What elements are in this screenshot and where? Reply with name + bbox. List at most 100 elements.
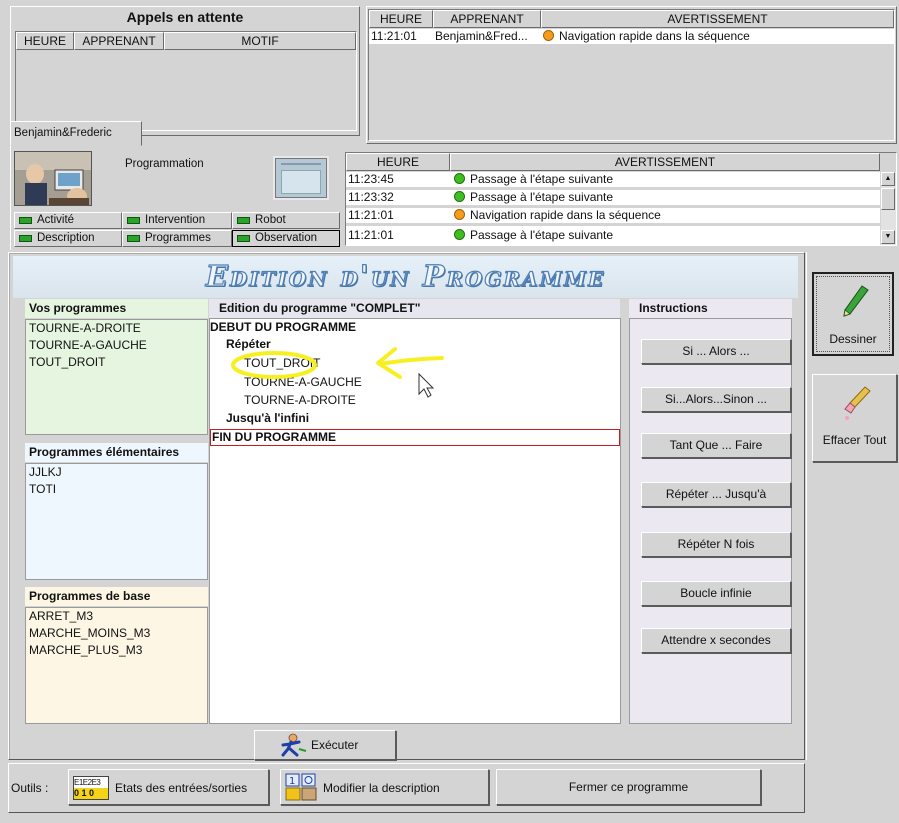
learner-photo-icon: [15, 152, 91, 205]
scroll-up-icon[interactable]: ▲: [881, 172, 895, 186]
top-alert-message: Navigation rapide dans la séquence: [559, 29, 750, 43]
wait-seconds-button[interactable]: Attendre x secondes: [641, 628, 791, 653]
if-then-button[interactable]: Si ... Alors ...: [641, 339, 791, 364]
learner-alert-message: Passage à l'étape suivante: [470, 228, 614, 242]
program-line-step-1[interactable]: TOUT_DROIT: [244, 356, 320, 370]
programmes-button[interactable]: Programmes: [122, 230, 232, 247]
instructions-panel: Si ... Alors ... Si...Alors...Sinon ... …: [629, 318, 792, 724]
scroll-down-icon[interactable]: ▼: [881, 230, 895, 244]
top-alerts-col-avertissement[interactable]: AVERTISSEMENT: [541, 10, 894, 28]
learner-alerts-col-avertissement[interactable]: AVERTISSEMENT: [450, 153, 880, 171]
activity-label: Programmation: [125, 158, 204, 170]
top-alerts-panel: HEURE APPRENANT AVERTISSEMENT 11:21:01 B…: [366, 6, 897, 144]
program-line-step-3[interactable]: TOURNE-A-DROITE: [244, 393, 356, 407]
learner-avatar: [14, 151, 92, 206]
eraser-icon: [844, 386, 871, 420]
execute-button[interactable]: Exécuter: [254, 730, 396, 760]
program-line-end[interactable]: FIN DU PROGRAMME: [210, 429, 620, 446]
learner-alert-message-wrap: Passage à l'étape suivante: [454, 172, 613, 187]
repeat-n-times-button[interactable]: Répéter N fois: [641, 532, 791, 557]
svg-text:1: 1: [289, 776, 295, 787]
draw-button-label: Dessiner: [829, 332, 877, 346]
robot-led-icon: [237, 217, 250, 224]
learner-alert-row[interactable]: 11:23:32 Passage à l'étape suivante: [346, 190, 880, 205]
description-form-icon: 1: [285, 773, 317, 801]
list-item[interactable]: JJLKJ: [26, 464, 207, 481]
description-button-label: Description: [37, 232, 95, 244]
top-alerts-col-heure[interactable]: HEURE: [369, 10, 433, 28]
scroll-thumb[interactable]: [881, 188, 895, 210]
base-programs-list[interactable]: ARRET_M3 MARCHE_MOINS_M3 MARCHE_PLUS_M3: [25, 607, 208, 724]
ok-status-icon: [454, 191, 465, 202]
calls-panel: Appels en attente HEURE APPRENANT MOTIF: [10, 6, 360, 136]
io-icon-bottom: 0 1 0: [74, 788, 108, 799]
calls-table[interactable]: HEURE APPRENANT MOTIF: [15, 31, 357, 131]
top-alerts-col-apprenant[interactable]: APPRENANT: [433, 10, 541, 28]
my-programs-list[interactable]: TOURNE-A-DROITE TOURNE-A-GAUCHE TOUT_DRO…: [25, 319, 208, 435]
top-alerts-table[interactable]: HEURE APPRENANT AVERTISSEMENT 11:21:01 B…: [368, 9, 895, 141]
robot-button-label: Robot: [255, 214, 286, 226]
program-line-start[interactable]: DEBUT DU PROGRAMME: [210, 320, 356, 334]
activity-button-label: Activité: [37, 214, 75, 226]
list-item[interactable]: ARRET_M3: [26, 608, 207, 625]
learner-alert-row[interactable]: 11:23:45 Passage à l'étape suivante: [346, 172, 880, 187]
list-item[interactable]: TOUT_DROIT: [26, 354, 207, 371]
activity-thumbnail: [273, 156, 329, 200]
learner-alert-message-wrap: Passage à l'étape suivante: [454, 228, 613, 243]
warning-status-icon: [454, 209, 465, 220]
modify-description-label: Modifier la description: [323, 781, 440, 795]
learner-alert-message-wrap: Passage à l'étape suivante: [454, 190, 613, 205]
editor-title: Edition d'un Programme: [205, 258, 606, 293]
ok-status-icon: [454, 173, 465, 184]
program-line-step-2[interactable]: TOURNE-A-GAUCHE: [244, 375, 362, 389]
list-item[interactable]: TOURNE-A-GAUCHE: [26, 337, 207, 354]
observation-button[interactable]: Observation: [232, 230, 340, 247]
io-icon-top: E1E2E3: [74, 777, 108, 788]
erase-all-button[interactable]: Effacer Tout: [812, 374, 897, 462]
learner-alert-row[interactable]: 11:21:01 Passage à l'étape suivante: [346, 226, 880, 245]
learner-alerts-scrollbar[interactable]: ▲ ▼: [881, 172, 896, 245]
list-item[interactable]: MARCHE_MOINS_M3: [26, 625, 207, 642]
repeat-until-button[interactable]: Répéter ... Jusqu'à: [641, 482, 791, 507]
draw-button[interactable]: Dessiner: [812, 272, 894, 356]
observation-button-label: Observation: [255, 232, 318, 244]
description-button[interactable]: Description: [14, 230, 122, 247]
top-alert-row[interactable]: 11:21:01 Benjamin&Fred... Navigation rap…: [369, 29, 894, 44]
program-line-until[interactable]: Jusqu'à l'infini: [226, 411, 309, 425]
learner-alerts-col-heure[interactable]: HEURE: [346, 153, 450, 171]
learner-alert-row[interactable]: 11:21:01 Navigation rapide dans la séquen…: [346, 208, 880, 223]
calls-col-motif[interactable]: MOTIF: [164, 32, 356, 50]
list-item[interactable]: TOTI: [26, 481, 207, 498]
close-program-button[interactable]: Fermer ce programme: [496, 769, 761, 805]
robot-button[interactable]: Robot: [232, 212, 340, 229]
pencil-icon: [843, 285, 869, 317]
modify-description-button[interactable]: 1 Modifier la description: [280, 769, 489, 805]
calls-col-apprenant[interactable]: APPRENANT: [74, 32, 164, 50]
while-do-button[interactable]: Tant Que ... Faire: [641, 433, 791, 458]
program-editor[interactable]: DEBUT DU PROGRAMME Répéter TOUT_DROIT TO…: [209, 318, 621, 724]
mouse-cursor-icon: [418, 372, 435, 398]
learner-alert-time: 11:23:32: [348, 190, 394, 204]
ok-status-icon: [454, 229, 465, 240]
list-item[interactable]: MARCHE_PLUS_M3: [26, 642, 207, 659]
activity-button[interactable]: Activité: [14, 212, 122, 229]
infinite-loop-button[interactable]: Boucle infinie: [641, 581, 791, 606]
program-line-repeat[interactable]: Répéter: [226, 337, 271, 351]
top-alert-message-wrap: Navigation rapide dans la séquence: [543, 29, 750, 44]
learner-tab[interactable]: Benjamin&Frederic: [10, 121, 142, 146]
learner-alerts-table[interactable]: HEURE AVERTISSEMENT 11:23:45 Passage à l'…: [345, 152, 897, 246]
list-item[interactable]: TOURNE-A-DROITE: [26, 320, 207, 337]
if-then-else-button[interactable]: Si...Alors...Sinon ...: [641, 387, 791, 412]
elementary-programs-list[interactable]: JJLKJ TOTI: [25, 463, 208, 580]
top-alert-learner: Benjamin&Fred...: [435, 29, 528, 43]
learner-alert-message-wrap: Navigation rapide dans la séquence: [454, 208, 661, 223]
tools-label: Outils :: [11, 781, 49, 795]
run-figure-icon: [281, 733, 307, 757]
intervention-button[interactable]: Intervention: [122, 212, 232, 229]
bottom-toolbar: Outils : E1E2E3 0 1 0 Etats des entrées/…: [8, 763, 805, 813]
instructions-header: Instructions: [629, 299, 792, 318]
my-programs-header: Vos programmes: [25, 299, 208, 318]
learner-alert-time: 11:21:01: [348, 228, 394, 242]
calls-col-heure[interactable]: HEURE: [16, 32, 74, 50]
io-states-button[interactable]: E1E2E3 0 1 0 Etats des entrées/sorties: [68, 769, 269, 805]
